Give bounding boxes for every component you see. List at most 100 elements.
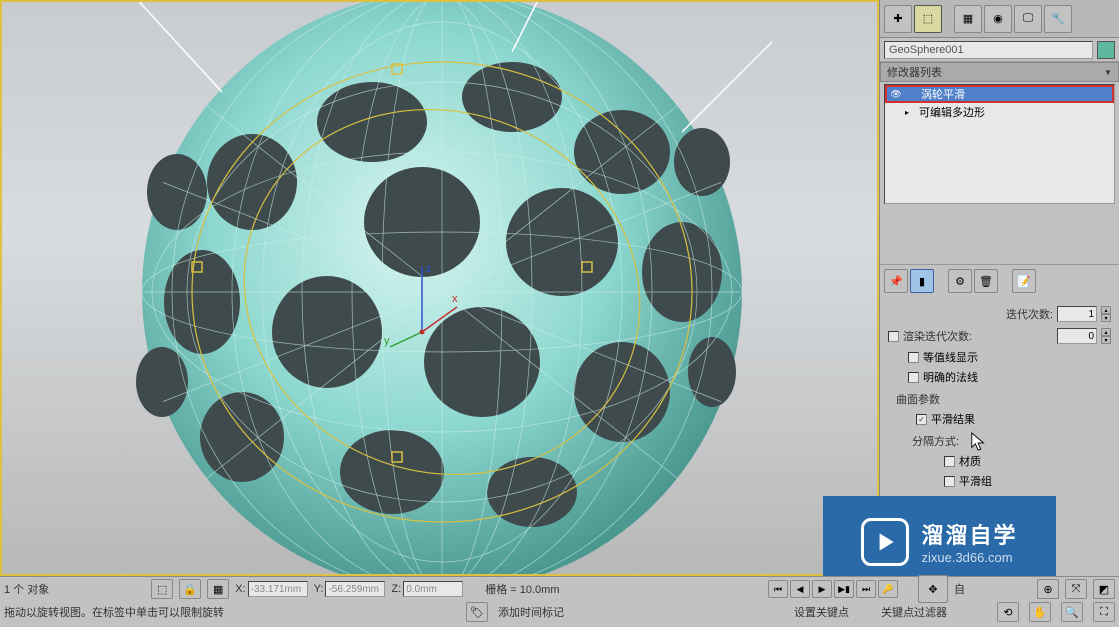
show-end-result-button[interactable]: ▮ (910, 269, 934, 293)
nav-button-1[interactable]: ✥ (918, 575, 948, 603)
go-end-button[interactable]: ⏭ (856, 580, 876, 598)
render-iters-row: 渲染迭代次数: ▴▾ (888, 325, 1111, 347)
z-field[interactable] (403, 581, 463, 597)
iterations-row: 迭代次数: ▴▾ (888, 303, 1111, 325)
show-end-icon: ▮ (919, 275, 925, 288)
explicit-normals-row: 明确的法线 (888, 367, 1111, 387)
modifier-label: 可编辑多边形 (919, 104, 1112, 120)
explicit-normals-label: 明确的法线 (923, 369, 978, 385)
configure-sets-button[interactable]: 📝 (1012, 269, 1036, 293)
modifier-list-label: 修改器列表 (887, 64, 942, 80)
svg-text:z: z (426, 263, 432, 275)
iterations-label: 迭代次数: (888, 306, 1053, 322)
modifier-stack-toolbar: 📌 ▮ ⚙ 🗑 📝 (880, 264, 1119, 297)
play-button[interactable]: ▶ (812, 580, 832, 598)
nav-button-4[interactable]: ◩ (1093, 579, 1115, 599)
isolate-icon: ⬚ (157, 583, 167, 596)
isoline-label: 等值线显示 (923, 349, 978, 365)
nav-max-button[interactable]: ⛶ (1093, 602, 1115, 622)
chevron-down-icon: ▼ (1104, 68, 1112, 77)
wrench-icon: 🔧 (1051, 12, 1065, 25)
command-panel: ✚ ⬚ ▦ ◉ 🖵 🔧 修改器列表 ▼ 👁 涡轮平滑 ▸ 可编辑多边形 📌 ▮ … (879, 0, 1119, 576)
modifier-list-dropdown[interactable]: 修改器列表 ▼ (880, 62, 1119, 82)
command-tabs: ✚ ⬚ ▦ ◉ 🖵 🔧 (880, 0, 1119, 38)
make-unique-button[interactable]: ⚙ (948, 269, 972, 293)
spinner-arrows[interactable]: ▴▾ (1101, 306, 1111, 322)
lock-button[interactable]: 🔒 (179, 579, 201, 599)
explicit-normals-checkbox[interactable] (908, 372, 919, 383)
prev-frame-button[interactable]: ◀ (790, 580, 810, 598)
remove-modifier-button[interactable]: 🗑 (974, 269, 998, 293)
sep-material-row: 材质 (888, 451, 1111, 471)
watermark-title: 溜溜自学 (921, 518, 1017, 550)
surface-params-label: 曲面参数 (896, 391, 1111, 407)
smooth-result-checkbox[interactable] (916, 414, 927, 425)
y-label: Y: (314, 583, 324, 595)
motion-tab[interactable]: ◉ (984, 5, 1012, 33)
nav-button-3[interactable]: ⤧ (1065, 579, 1087, 599)
key-filter-label[interactable]: 关键点过滤器 (881, 604, 947, 620)
display-icon: 🖵 (1023, 12, 1034, 25)
object-name-row (880, 38, 1119, 62)
y-field[interactable] (325, 581, 385, 597)
play-icon (861, 518, 909, 566)
pin-icon: 📌 (889, 275, 903, 288)
prompt-text: 拖动以旋转视图。在标签中单击可以限制旋转 (4, 604, 224, 620)
plus-icon: ✚ (893, 12, 902, 25)
selection-lock-toggle[interactable]: ⬚ (151, 579, 173, 599)
expand-icon[interactable]: ▸ (905, 108, 915, 117)
render-iters-label: 渲染迭代次数: (903, 328, 1053, 344)
pin-stack-button[interactable]: 📌 (884, 269, 908, 293)
nav-orbit-button[interactable]: ⟲ (997, 602, 1019, 622)
modify-icon: ⬚ (923, 12, 933, 25)
iterations-spinner[interactable] (1057, 306, 1097, 322)
add-time-tag-label[interactable]: 添加时间标记 (498, 604, 564, 620)
modifier-turbosmooth[interactable]: 👁 涡轮平滑 (885, 85, 1114, 103)
watermark: 溜溜自学 zixue.3d66.com (823, 496, 1056, 587)
gear-icon: ⚙ (955, 275, 965, 288)
viewport-canvas[interactable]: z x y (2, 2, 877, 574)
trash-icon: 🗑 (979, 275, 993, 288)
display-tab[interactable]: 🖵 (1014, 5, 1042, 33)
go-start-button[interactable]: ⏮ (768, 580, 788, 598)
nav-button-2[interactable]: ⊕ (1037, 579, 1059, 599)
sel-region-button[interactable]: ▦ (207, 579, 229, 599)
time-tag-button[interactable]: 🏷 (466, 602, 488, 622)
motion-icon: ◉ (993, 12, 1003, 25)
object-name-input[interactable] (884, 41, 1093, 59)
modify-tab[interactable]: ⬚ (914, 5, 942, 33)
smooth-result-row: 平滑结果 (888, 409, 1111, 429)
sep-smoothgroup-label: 平滑组 (959, 473, 992, 489)
svg-text:y: y (384, 335, 390, 347)
z-label: Z: (391, 583, 401, 595)
sel-region-icon: ▦ (213, 583, 223, 596)
render-iters-spinner[interactable] (1057, 328, 1097, 344)
nav-zoom-button[interactable]: 🔍 (1061, 602, 1083, 622)
modifier-stack[interactable]: 👁 涡轮平滑 ▸ 可编辑多边形 (884, 84, 1115, 204)
hierarchy-tab[interactable]: ▦ (954, 5, 982, 33)
spinner-arrows[interactable]: ▴▾ (1101, 328, 1111, 344)
x-field[interactable] (248, 581, 308, 597)
sep-material-checkbox[interactable] (944, 456, 955, 467)
set-key-label[interactable]: 设置关键点 (794, 604, 849, 620)
axis-gizmo: z x y (382, 262, 462, 352)
sep-smoothgroup-checkbox[interactable] (944, 476, 955, 487)
utilities-tab[interactable]: 🔧 (1044, 5, 1072, 33)
create-tab[interactable]: ✚ (884, 5, 912, 33)
nav-pan-button[interactable]: ✋ (1029, 602, 1051, 622)
isoline-checkbox[interactable] (908, 352, 919, 363)
object-color-swatch[interactable] (1097, 41, 1115, 59)
status-bar: 1 个 对象 ⬚ 🔒 ▦ X: Y: Z: 栅格 = 10.0mm ⏮ ◀ ▶ … (0, 576, 1119, 627)
modifier-editable-poly[interactable]: ▸ 可编辑多边形 (885, 103, 1114, 121)
watermark-url: zixue.3d66.com (921, 550, 1017, 565)
viewport[interactable]: z x y (0, 0, 879, 576)
eye-icon[interactable] (887, 105, 901, 119)
render-iters-checkbox[interactable] (888, 331, 899, 342)
autokey-label: 自 (954, 581, 965, 597)
key-mode-button[interactable]: 🔑 (878, 580, 898, 598)
cursor-icon (970, 431, 988, 453)
next-frame-button[interactable]: ▶▮ (834, 580, 854, 598)
modifier-label: 涡轮平滑 (921, 86, 1110, 102)
svg-text:x: x (452, 293, 458, 305)
eye-icon[interactable]: 👁 (889, 87, 903, 101)
